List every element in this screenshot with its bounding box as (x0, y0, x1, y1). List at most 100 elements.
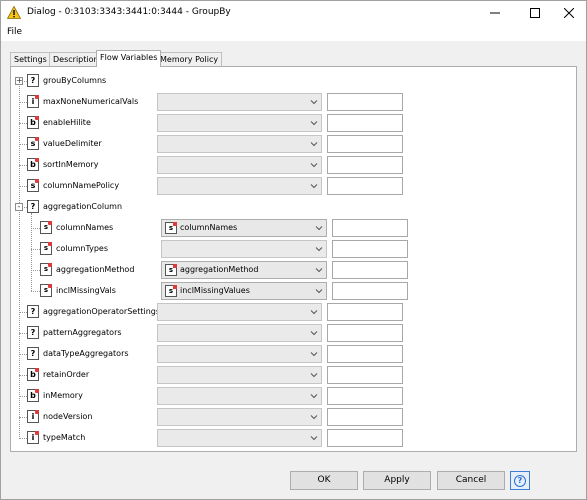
variable-name-input[interactable] (327, 366, 403, 384)
setting-name-label: aggregationOperatorSettings (43, 307, 161, 316)
variable-name-input[interactable] (327, 387, 403, 405)
variable-name-input[interactable] (327, 324, 403, 342)
variable-name-input[interactable] (327, 135, 403, 153)
flow-variable-select[interactable] (157, 177, 322, 195)
flow-variable-select[interactable]: s aggregationMethod (161, 261, 327, 279)
flow-variable-select[interactable] (157, 156, 322, 174)
flow-variable-select[interactable]: s inclMissingValues (161, 282, 327, 300)
tree-connector (19, 333, 27, 334)
setting-name-label: valueDelimiter (43, 139, 102, 148)
help-button[interactable]: ? (510, 471, 530, 490)
flow-variables-panel: +? grouByColumns i maxNoneNumericalVals b ena… (10, 66, 577, 452)
flow-variable-marker (35, 431, 39, 435)
tree-row-columntypes: s columnTypes (11, 240, 576, 260)
chevron-down-icon (315, 226, 323, 231)
type-string-array-icon: s (40, 284, 52, 297)
variable-name-input[interactable] (327, 114, 403, 132)
tree-row-maxnonenumericalvals: i maxNoneNumericalVals (11, 93, 576, 113)
tree-connector (31, 270, 40, 271)
window-title: Dialog - 0:3103:3343:3441:0:3444 - Group… (27, 7, 231, 17)
setting-name-label: aggregationMethod (56, 265, 135, 274)
variable-name-input[interactable] (327, 93, 403, 111)
flow-variable-select[interactable] (157, 135, 322, 153)
chevron-down-icon (310, 310, 318, 315)
type-string-icon: s (27, 179, 39, 192)
selected-variable-label: aggregationMethod (180, 265, 259, 274)
chevron-down-icon (310, 163, 318, 168)
setting-name-label: maxNoneNumericalVals (43, 97, 139, 106)
expand-icon[interactable]: + (15, 77, 23, 85)
tab-flow-variables[interactable]: Flow Variables (96, 50, 162, 67)
flow-variable-select[interactable] (161, 240, 327, 258)
setting-name-label: nodeVersion (43, 412, 93, 421)
flow-variable-select[interactable]: s columnNames (161, 219, 327, 237)
variable-name-input[interactable] (327, 345, 403, 363)
chevron-down-icon (310, 415, 318, 420)
variable-name-input[interactable] (327, 429, 403, 447)
flow-variable-select[interactable] (157, 324, 322, 342)
flow-variable-select[interactable] (157, 93, 322, 111)
flow-variable-select[interactable] (157, 387, 322, 405)
tree-row-groubycolumns: +? grouByColumns (11, 72, 576, 92)
chevron-down-icon (310, 121, 318, 126)
setting-name-label: aggregationColumn (43, 202, 123, 211)
type-boolean-icon: b (27, 368, 39, 381)
tree-connector (31, 228, 40, 229)
variable-name-input[interactable] (327, 177, 403, 195)
type-unknown-icon: ? (27, 326, 39, 339)
flow-variable-select[interactable] (157, 345, 322, 363)
flow-variable-select[interactable] (157, 366, 322, 384)
chevron-down-icon (310, 331, 318, 336)
type-boolean-icon: b (27, 389, 39, 402)
flow-variable-select[interactable] (157, 408, 322, 426)
chevron-down-icon (315, 247, 323, 252)
flow-variable-select[interactable] (157, 303, 322, 321)
tree-connector (19, 396, 27, 397)
tree-connector (19, 375, 27, 376)
menu-file[interactable]: File (7, 27, 22, 37)
type-string-array-icon: s (40, 242, 52, 255)
tree-row-nodeversion: i nodeVersion (11, 408, 576, 428)
setting-name-label: dataTypeAggregators (43, 349, 129, 358)
variable-name-input[interactable] (327, 303, 403, 321)
tab-settings[interactable]: Settings (10, 52, 51, 66)
cancel-button[interactable]: Cancel (437, 471, 505, 490)
chevron-down-icon (310, 394, 318, 399)
type-unknown-icon: ? (27, 305, 39, 318)
flow-variable-marker (48, 242, 52, 246)
tree-row-columnnamepolicy: s columnNamePolicy (11, 177, 576, 197)
tree-row-datatypeaggregators: ? dataTypeAggregators (11, 345, 576, 365)
variable-name-input[interactable] (327, 156, 403, 174)
title-bar: Dialog - 0:3103:3343:3441:0:3444 - Group… (1, 1, 586, 25)
maximize-icon (530, 8, 540, 18)
flow-variable-marker (173, 222, 177, 226)
tree-connector (19, 312, 27, 313)
ok-button[interactable]: OK (290, 471, 358, 490)
flow-variable-marker (35, 95, 39, 99)
tree-row-valuedelimiter: s valueDelimiter (11, 135, 576, 155)
variable-name-input[interactable] (332, 240, 408, 258)
dialog-window: Dialog - 0:3103:3343:3441:0:3444 - Group… (0, 0, 587, 500)
menu-bar: File (1, 25, 586, 41)
tree-row-columnnames: s columnNames s columnNames (11, 219, 576, 239)
type-boolean-icon: b (27, 158, 39, 171)
chevron-down-icon (315, 289, 323, 294)
chevron-down-icon (310, 352, 318, 357)
type-string-icon: s (27, 137, 39, 150)
close-button[interactable] (549, 1, 587, 25)
setting-name-label: enableHilite (43, 118, 91, 127)
tab-memory-policy[interactable]: Memory Policy (156, 52, 223, 66)
selected-variable-label: columnNames (180, 223, 238, 232)
flow-variable-select[interactable] (157, 114, 322, 132)
tree-row-inmemory: b inMemory (11, 387, 576, 407)
variable-name-input[interactable] (332, 261, 408, 279)
variable-name-input[interactable] (332, 219, 408, 237)
flow-variable-select[interactable] (157, 429, 322, 447)
variable-name-input[interactable] (327, 408, 403, 426)
setting-name-label: sortInMemory (43, 160, 99, 169)
apply-button[interactable]: Apply (363, 471, 431, 490)
collapse-icon[interactable]: - (15, 203, 23, 211)
minimize-button[interactable] (475, 1, 515, 25)
tab-description[interactable]: Description (49, 52, 103, 66)
variable-name-input[interactable] (332, 282, 408, 300)
